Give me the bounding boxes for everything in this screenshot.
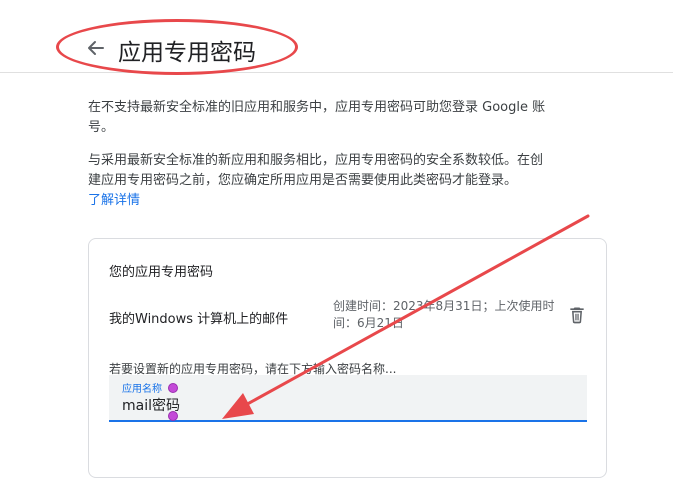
back-button[interactable]	[84, 34, 108, 62]
security-note: 与采用最新安全标准的新应用和服务相比，应用专用密码的安全系数较低。在创建应用专用…	[88, 151, 548, 211]
selection-handle-bottom[interactable]	[168, 411, 178, 421]
intro-paragraph: 在不支持最新安全标准的旧应用和服务中，应用专用密码可助您登录 Google 账号…	[88, 100, 546, 135]
app-name-input[interactable]: 应用名称 mail密码	[109, 375, 587, 422]
card-title: 您的应用专用密码	[109, 265, 214, 280]
learn-more-link[interactable]: 了解详情	[88, 191, 548, 211]
app-password-name: 我的Windows 计算机上的邮件	[109, 312, 289, 327]
selection-handle-top[interactable]	[168, 383, 178, 393]
page-header: 应用专用密码	[0, 0, 673, 73]
trash-icon	[570, 307, 584, 324]
delete-button[interactable]	[567, 305, 587, 325]
arrow-left-icon	[88, 41, 104, 55]
security-note-text: 与采用最新安全标准的新应用和服务相比，应用专用密码的安全系数较低。在创建应用专用…	[88, 153, 544, 188]
page-title: 应用专用密码	[118, 40, 256, 66]
app-password-meta: 创建时间：2023年8月31日；上次使用时间：6月21日	[333, 299, 555, 330]
input-label: 应用名称	[122, 384, 162, 395]
app-passwords-card: 您的应用专用密码 我的Windows 计算机上的邮件 创建时间：2023年8月3…	[88, 238, 607, 478]
